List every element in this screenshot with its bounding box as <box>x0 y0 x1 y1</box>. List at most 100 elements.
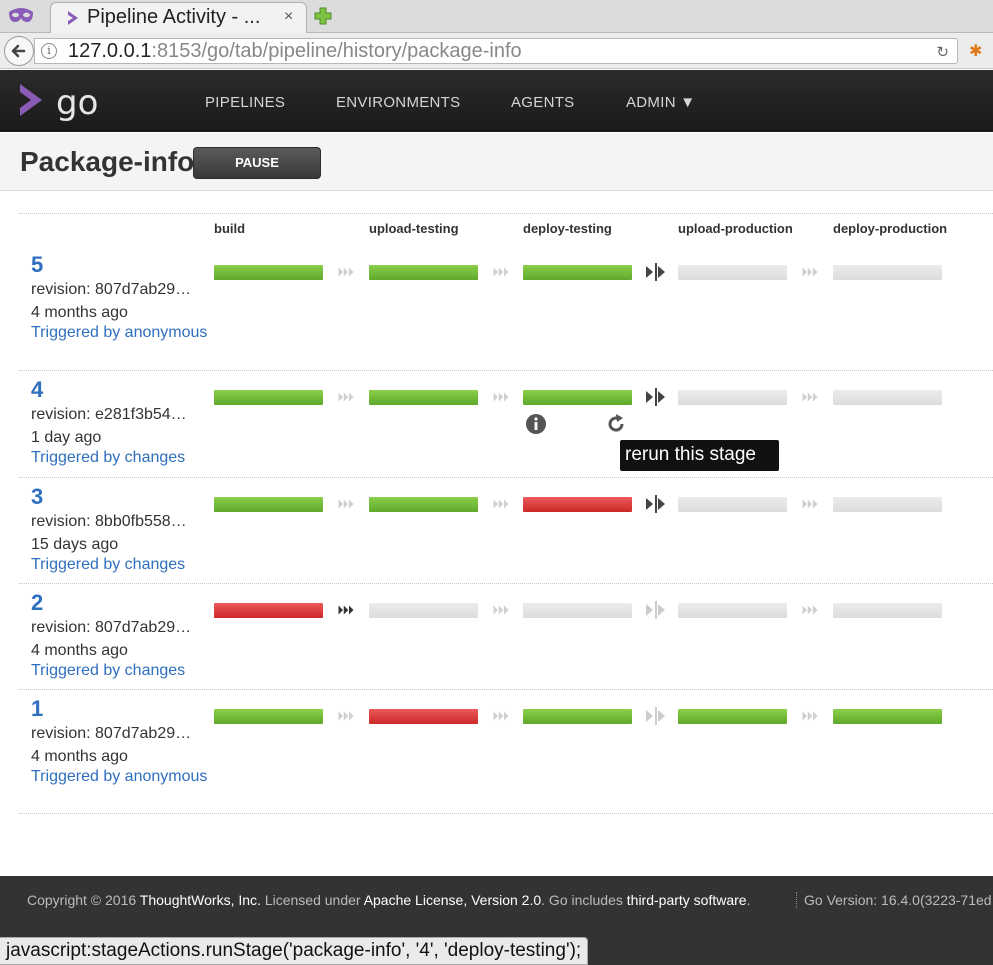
pause-button[interactable]: PAUSE <box>193 147 321 179</box>
nav-admin[interactable]: ADMIN ▼ <box>626 94 695 111</box>
pipeline-run-row: 3 revision: 8bb0fb558… 15 days ago Triggere… <box>19 478 993 584</box>
go-header: go PIPELINES ENVIRONMENTS AGENTS ADMIN ▼ <box>0 70 993 132</box>
page-title: Package-info <box>20 146 195 177</box>
run-revision: revision: 8bb0fb558… <box>31 513 187 530</box>
stage-bar-deploy-testing-pending[interactable] <box>523 603 632 618</box>
auto-transition-arrow-icon <box>493 267 509 277</box>
auto-transition-arrow-icon <box>338 605 354 615</box>
rerun-stage-icon[interactable] <box>605 413 627 435</box>
pipeline-run-row: 4 revision: e281f3b54… 1 day ago Triggered … <box>19 371 993 478</box>
auto-transition-arrow-icon <box>493 392 509 402</box>
run-time-ago: 4 months ago <box>31 642 128 659</box>
stage-bar-build-failed[interactable] <box>214 603 323 618</box>
stage-bar-upload-testing-pending[interactable] <box>369 603 478 618</box>
footer-license-link[interactable]: Apache License, Version 2.0 <box>364 892 541 908</box>
go-logo[interactable]: go <box>18 82 108 122</box>
run-revision: revision: e281f3b54… <box>31 406 187 423</box>
footer-copyright: Copyright © 2016 ThoughtWorks, Inc. Lice… <box>27 892 751 908</box>
manual-gate-icon <box>646 707 665 725</box>
stage-bar-deploy-production-pending[interactable] <box>833 497 942 512</box>
url-bar[interactable]: i 127.0.0.1:8153/go/tab/pipeline/history… <box>34 38 958 64</box>
run-triggered-by-link[interactable]: Triggered by anonymous <box>31 767 211 787</box>
stage-bar-upload-production-pending[interactable] <box>678 603 787 618</box>
auto-transition-arrow-icon <box>802 711 818 721</box>
stage-bar-upload-testing-passed[interactable] <box>369 497 478 512</box>
stage-bar-deploy-production-passed[interactable] <box>833 709 942 724</box>
private-mask-icon[interactable] <box>7 6 35 26</box>
stage-bar-build-passed[interactable] <box>214 497 323 512</box>
stage-bar-build-passed[interactable] <box>214 709 323 724</box>
run-triggered-by-link[interactable]: Triggered by changes <box>31 448 211 468</box>
back-arrow-icon <box>11 44 26 58</box>
tab-close-icon[interactable]: × <box>284 8 293 26</box>
stage-info-icon[interactable] <box>525 413 547 435</box>
nav-pipelines[interactable]: PIPELINES <box>205 94 285 111</box>
run-counter-link[interactable]: 3 <box>31 484 43 510</box>
stage-bar-upload-production-pending[interactable] <box>678 265 787 280</box>
new-tab-icon[interactable] <box>313 6 333 26</box>
url-text: 127.0.0.1:8153/go/tab/pipeline/history/p… <box>68 40 522 62</box>
stage-bar-build-passed[interactable] <box>214 265 323 280</box>
stage-bar-deploy-testing-failed[interactable] <box>523 497 632 512</box>
stage-header-upload-production: upload-production <box>678 221 793 236</box>
back-button[interactable] <box>4 36 34 66</box>
page-header: Package-info PAUSE <box>0 133 993 191</box>
run-counter-link[interactable]: 5 <box>31 252 43 278</box>
stage-header-deploy-production: deploy-production <box>833 221 948 236</box>
go-logo-text: go <box>56 83 98 122</box>
stage-bar-upload-production-pending[interactable] <box>678 390 787 405</box>
stage-bar-deploy-production-pending[interactable] <box>833 603 942 618</box>
run-revision: revision: 807d7ab29… <box>31 281 192 298</box>
extension-icon[interactable]: ✱ <box>969 41 982 61</box>
browser-tabstrip: Pipeline Activity - ... × <box>0 0 993 34</box>
stage-bar-upload-production-pending[interactable] <box>678 497 787 512</box>
auto-transition-arrow-icon <box>338 711 354 721</box>
stage-bar-deploy-testing-passed[interactable] <box>523 709 632 724</box>
stage-bar-deploy-testing-passed[interactable] <box>523 265 632 280</box>
run-counter-link[interactable]: 2 <box>31 590 43 616</box>
reload-icon[interactable]: ↻ <box>936 43 949 61</box>
stage-bar-build-passed[interactable] <box>214 390 323 405</box>
auto-transition-arrow-icon <box>338 499 354 509</box>
manual-gate-icon[interactable] <box>643 262 667 282</box>
auto-transition-arrow-icon <box>802 499 818 509</box>
manual-gate-icon[interactable] <box>643 494 667 514</box>
footer-version: Go Version: 16.4.0(3223-71ed <box>796 892 992 908</box>
stage-header-build: build <box>214 221 246 236</box>
stage-bar-upload-testing-passed[interactable] <box>369 265 478 280</box>
run-time-ago: 4 months ago <box>31 748 128 765</box>
stage-header-deploy-testing: deploy-testing <box>523 221 612 236</box>
stage-bar-deploy-production-pending[interactable] <box>833 265 942 280</box>
browser-status-bar: javascript:stageActions.runStage('packag… <box>0 937 589 965</box>
site-info-icon[interactable]: i <box>41 43 57 59</box>
rerun-stage-tooltip: rerun this stage <box>620 440 779 471</box>
auto-transition-arrow-icon <box>493 711 509 721</box>
footer-company-link[interactable]: ThoughtWorks, Inc. <box>140 892 261 908</box>
run-counter-link[interactable]: 4 <box>31 377 43 403</box>
run-revision: revision: 807d7ab29… <box>31 619 192 636</box>
stage-bar-deploy-production-pending[interactable] <box>833 390 942 405</box>
run-time-ago: 4 months ago <box>31 304 128 321</box>
stage-bar-upload-testing-failed[interactable] <box>369 709 478 724</box>
nav-environments[interactable]: ENVIRONMENTS <box>336 94 460 111</box>
go-favicon-icon <box>68 11 78 25</box>
nav-agents[interactable]: AGENTS <box>511 94 574 111</box>
run-triggered-by-link[interactable]: Triggered by changes <box>31 661 211 681</box>
run-counter-link[interactable]: 1 <box>31 696 43 722</box>
footer-third-party-link[interactable]: third-party software <box>627 892 747 908</box>
stage-bar-upload-production-passed[interactable] <box>678 709 787 724</box>
auto-transition-arrow-icon <box>493 499 509 509</box>
stage-bar-upload-testing-passed[interactable] <box>369 390 478 405</box>
auto-transition-arrow-icon <box>338 392 354 402</box>
run-triggered-by-link[interactable]: Triggered by changes <box>31 555 211 575</box>
stage-bar-deploy-testing-passed[interactable] <box>523 390 632 405</box>
auto-transition-arrow-icon <box>493 605 509 615</box>
manual-gate-icon[interactable] <box>643 387 667 407</box>
run-revision: revision: 807d7ab29… <box>31 725 192 742</box>
manual-gate-icon <box>646 601 665 619</box>
run-triggered-by-link[interactable]: Triggered by anonymous <box>31 323 211 343</box>
pipeline-run-row: 2 revision: 807d7ab29… 4 months ago Trigger… <box>19 584 993 690</box>
browser-navbar: i 127.0.0.1:8153/go/tab/pipeline/history… <box>0 33 993 69</box>
auto-transition-arrow-icon <box>802 267 818 277</box>
browser-tab-active[interactable]: Pipeline Activity - ... × <box>50 2 307 34</box>
